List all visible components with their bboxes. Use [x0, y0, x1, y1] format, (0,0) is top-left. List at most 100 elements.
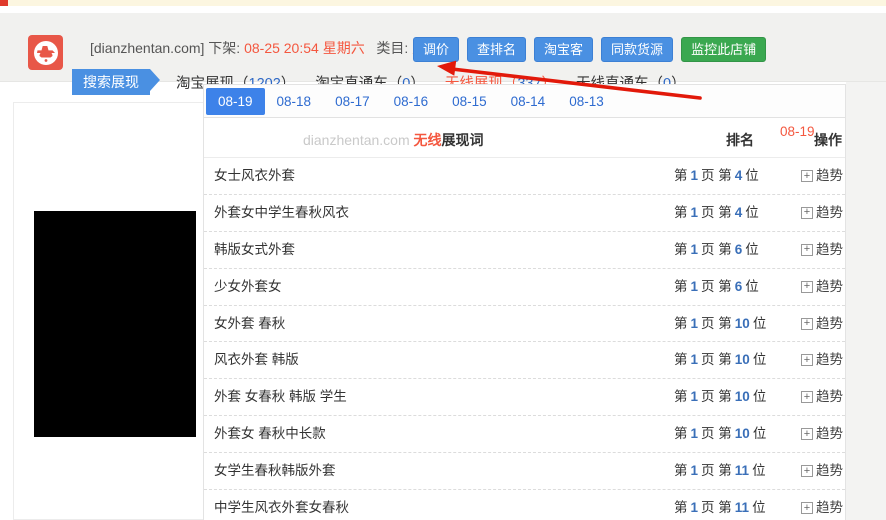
keyword-cell: 女外套 春秋: [214, 315, 286, 331]
column-header-rank: 排名: [726, 132, 754, 148]
trend-label: 趋势: [816, 500, 843, 516]
table-row: 女外套 春秋 第1页 第 10 位 + 趋势: [204, 306, 845, 343]
trend-link[interactable]: + 趋势: [801, 416, 843, 452]
trend-label: 趋势: [816, 204, 843, 220]
table-row: 外套女中学生春秋风衣 第1页 第4位 + 趋势: [204, 195, 845, 232]
rank-position-number: 10: [734, 352, 750, 368]
keyword-cell: 外套女中学生春秋风衣: [214, 204, 349, 220]
action-button-row: 调价 查排名 淘宝客 同款货源 监控此店铺: [413, 37, 767, 62]
action-button[interactable]: 调价: [413, 37, 460, 62]
plus-box-icon: +: [801, 354, 813, 367]
table-row: 外套女 春秋中长款 第1页 第 10 位 + 趋势: [204, 416, 845, 454]
keyword-cell: 韩版女式外套: [214, 241, 295, 257]
rank-cell: 第1页 第4位: [674, 168, 759, 183]
rank-cell: 第1页 第 11 位: [674, 463, 766, 479]
rank-position-number: 6: [734, 278, 743, 294]
plus-box-icon: +: [801, 502, 813, 515]
trend-label: 趋势: [816, 168, 843, 183]
table-row: 韩版女式外套 第1页 第6位 + 趋势: [204, 232, 845, 269]
trend-link[interactable]: + 趋势: [801, 342, 843, 378]
trend-link[interactable]: + 趋势: [801, 306, 843, 342]
action-button[interactable]: 监控此店铺: [681, 37, 767, 62]
table-row: 少女外套女 第1页 第6位 + 趋势: [204, 269, 845, 306]
rank-position-number: 10: [734, 315, 750, 331]
trend-label: 趋势: [816, 352, 843, 368]
table-title-rest: 展现词: [441, 132, 484, 148]
rank-page-number: 1: [690, 500, 699, 516]
rank-position-number: 11: [734, 463, 750, 479]
notice-bar-red-edge: [0, 0, 8, 6]
plus-box-icon: +: [801, 243, 813, 256]
rank-cell: 第1页 第 10 位: [674, 426, 767, 442]
table-row: 女士风衣外套 第1页 第4位 + 趋势: [204, 158, 845, 195]
trend-link[interactable]: + 趋势: [801, 195, 843, 231]
rank-position-number: 11: [734, 500, 750, 516]
trend-link[interactable]: + 趋势: [801, 379, 843, 415]
keyword-cell: 女学生春秋韩版外套: [214, 463, 336, 479]
date-tab[interactable]: 08-13: [557, 88, 616, 115]
product-image-redacted: [34, 211, 196, 437]
plus-box-icon: +: [801, 428, 813, 441]
keyword-cell: 少女外套女: [214, 278, 282, 294]
rank-cell: 第1页 第4位: [674, 204, 759, 220]
rank-page-number: 1: [690, 463, 699, 479]
category-label: 类目:: [376, 40, 409, 56]
shop-domain: [dianzhentan.com]: [90, 40, 205, 56]
keyword-cell: 中学生风衣外套女春秋: [214, 500, 349, 516]
rank-page-number: 1: [690, 352, 699, 368]
offshelf-label: 下架:: [208, 40, 241, 56]
rank-page-number: 1: [690, 278, 699, 294]
rank-cell: 第1页 第6位: [674, 278, 759, 294]
date-tab-active[interactable]: 08-19: [206, 87, 265, 115]
page-background-strip: [846, 82, 886, 520]
table-title-domain: dianzhentan.com: [303, 132, 410, 148]
keyword-cell: 外套 女春秋 韩版 学生: [214, 389, 347, 405]
rank-position-number: 10: [734, 426, 750, 442]
date-tab[interactable]: 08-14: [499, 88, 558, 115]
trend-label: 趋势: [816, 463, 843, 479]
trend-label: 趋势: [816, 426, 843, 442]
nav-tab-active[interactable]: 搜索展现: [72, 69, 160, 95]
action-button[interactable]: 查排名: [467, 37, 527, 62]
trend-label: 趋势: [816, 241, 843, 257]
table-row: 外套 女春秋 韩版 学生 第1页 第 10 位 + 趋势: [204, 379, 845, 417]
annotation-date-text: 08-19: [780, 124, 815, 139]
keyword-cell: 女士风衣外套: [214, 168, 295, 183]
rank-page-number: 1: [690, 241, 699, 257]
trend-label: 趋势: [816, 389, 843, 405]
plus-box-icon: +: [801, 391, 813, 404]
table-row: 风衣外套 韩版 第1页 第 10 位 + 趋势: [204, 342, 845, 380]
plus-box-icon: +: [801, 317, 813, 330]
rank-cell: 第1页 第 10 位: [674, 389, 767, 405]
date-tab[interactable]: 08-16: [382, 88, 441, 115]
plus-box-icon: +: [801, 170, 813, 182]
dianzhentan-logo-icon: [28, 35, 63, 70]
table-title: dianzhentan.com 无线展现词: [303, 130, 484, 150]
rank-page-number: 1: [690, 168, 699, 183]
rank-cell: 第1页 第6位: [674, 241, 759, 257]
trend-link[interactable]: + 趋势: [801, 269, 843, 305]
notice-bar: [0, 0, 886, 6]
trend-link[interactable]: + 趋势: [801, 232, 843, 268]
keyword-cell: 外套女 春秋中长款: [214, 426, 326, 442]
trend-link[interactable]: + 趋势: [801, 453, 843, 489]
trend-link[interactable]: + 趋势: [801, 490, 843, 520]
rank-position-number: 10: [734, 389, 750, 405]
date-tab[interactable]: 08-15: [440, 88, 499, 115]
rank-position-number: 4: [734, 204, 743, 220]
plus-box-icon: +: [801, 465, 813, 478]
trend-link[interactable]: + 趋势: [801, 158, 843, 194]
action-button[interactable]: 同款货源: [601, 37, 674, 62]
rank-cell: 第1页 第 10 位: [674, 352, 767, 368]
table-row: 女学生春秋韩版外套 第1页 第 11 位 + 趋势: [204, 453, 845, 491]
keyword-popup-panel: 08-19 08-18 08-17 08-16 08-15 08-14 08-13 dian…: [203, 84, 846, 520]
rank-page-number: 1: [690, 389, 699, 405]
action-button[interactable]: 淘宝客: [534, 37, 594, 62]
column-header-action: 操作: [814, 132, 842, 148]
table-row: 中学生风衣外套女春秋 第1页 第 11 位 + 趋势: [204, 490, 845, 520]
table-title-wireless: 无线: [413, 132, 442, 148]
date-tab[interactable]: 08-18: [265, 88, 324, 115]
trend-label: 趋势: [816, 278, 843, 294]
date-tab[interactable]: 08-17: [323, 88, 382, 115]
rank-page-number: 1: [690, 315, 699, 331]
